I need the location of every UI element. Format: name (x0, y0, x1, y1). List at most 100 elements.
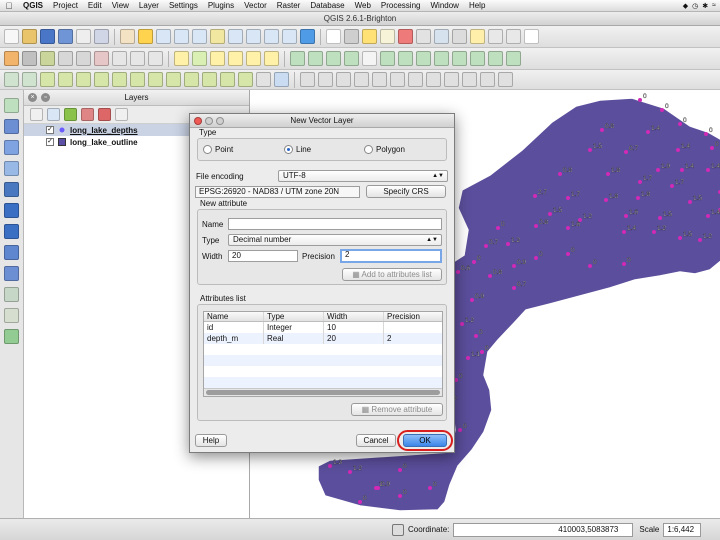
contour-icon[interactable] (336, 72, 351, 87)
float-panel-icon[interactable]: ▫ (41, 93, 50, 102)
increase-brightness-icon[interactable] (426, 72, 441, 87)
offset-curve-icon[interactable] (166, 72, 181, 87)
add-to-attributes-list-button[interactable]: ▦ Add to attributes list (342, 268, 442, 281)
apple-logo-icon[interactable]:  (0, 1, 18, 11)
expand-all-icon[interactable] (81, 108, 94, 121)
rotate-point-symbols-icon[interactable] (256, 72, 271, 87)
copy-features-icon[interactable] (130, 51, 145, 66)
pan-to-selection-icon[interactable] (138, 29, 153, 44)
rotate-feature-icon[interactable] (274, 72, 289, 87)
delete-part-icon[interactable] (130, 72, 145, 87)
action-icon[interactable] (344, 29, 359, 44)
move-feature-icon[interactable] (58, 51, 73, 66)
decrease-brightness-icon[interactable] (444, 72, 459, 87)
stretch-histogram-icon[interactable] (390, 72, 405, 87)
zoom-next-icon[interactable] (282, 29, 297, 44)
menu-web[interactable]: Web (350, 1, 376, 10)
add-spatialite-layer-icon[interactable] (344, 51, 359, 66)
zoom-out-icon[interactable] (174, 29, 189, 44)
paste-features-icon[interactable] (148, 51, 163, 66)
add-wfs-side-icon[interactable] (4, 245, 19, 260)
column-header-name[interactable]: Name (204, 312, 264, 321)
undo-icon[interactable] (4, 72, 19, 87)
remove-attribute-button[interactable]: ▦ Remove attribute (351, 403, 443, 416)
menu-database[interactable]: Database (305, 1, 349, 10)
add-wms-layer-icon[interactable] (380, 51, 395, 66)
menu-edit[interactable]: Edit (83, 1, 107, 10)
help-button[interactable]: Help (195, 434, 227, 447)
add-part-icon[interactable] (76, 72, 91, 87)
scale-combo[interactable]: 1:6,442 (663, 522, 702, 537)
add-group-icon[interactable] (47, 108, 60, 121)
highlight-labels-icon[interactable] (210, 51, 225, 66)
new-spatialite-layer-icon[interactable] (452, 51, 467, 66)
delete-selected-icon[interactable] (94, 51, 109, 66)
add-gpx-layer-icon[interactable] (506, 51, 521, 66)
table-row[interactable]: id Integer 10 (204, 322, 442, 333)
split-features-icon[interactable] (184, 72, 199, 87)
add-postgis-layer-icon[interactable] (326, 51, 341, 66)
rotate-label-icon[interactable] (246, 51, 261, 66)
open-attribute-table-icon[interactable] (416, 29, 431, 44)
menu-view[interactable]: View (107, 1, 134, 10)
horizontal-scrollbar[interactable] (204, 388, 442, 396)
save-project-icon[interactable] (40, 29, 55, 44)
bluetooth-icon[interactable]: ✱ (702, 2, 708, 10)
minimize-window-icon[interactable] (205, 117, 213, 125)
simplify-feature-icon[interactable] (40, 72, 55, 87)
menu-window[interactable]: Window (425, 1, 463, 10)
change-label-icon[interactable] (264, 51, 279, 66)
toggle-editing-icon[interactable] (4, 51, 19, 66)
increase-contrast-icon[interactable] (462, 72, 477, 87)
identify-features-icon[interactable] (326, 29, 341, 44)
cut-features-icon[interactable] (112, 51, 127, 66)
attribute-name-input[interactable] (228, 218, 442, 230)
clip-raster-icon[interactable] (354, 72, 369, 87)
cancel-button[interactable]: Cancel (356, 434, 396, 447)
filter-legend-icon[interactable] (64, 108, 77, 121)
open-project-icon[interactable] (22, 29, 37, 44)
table-row[interactable]: depth_m Real 20 2 (204, 333, 442, 344)
scrollbar-thumb[interactable] (206, 390, 440, 395)
save-layer-edits-icon[interactable] (22, 51, 37, 66)
statistics-icon[interactable] (434, 29, 449, 44)
local-histogram-icon[interactable] (408, 72, 423, 87)
field-calculator-icon[interactable] (398, 29, 413, 44)
measure-line-icon[interactable] (452, 29, 467, 44)
new-shapefile-side-icon[interactable] (4, 287, 19, 302)
add-delimited-text-side-icon[interactable] (4, 329, 19, 344)
coordinate-toggle-icon[interactable] (392, 523, 404, 536)
attributes-table[interactable]: Name Type Width Precision id Integer 10 … (203, 311, 443, 397)
grid-icon[interactable] (498, 72, 513, 87)
new-shapefile-layer-icon[interactable] (434, 51, 449, 66)
new-bookmark-icon[interactable] (506, 29, 521, 44)
layer-visibility-checkbox[interactable]: ✓ (46, 138, 54, 146)
attribute-precision-input[interactable]: 2 (340, 249, 442, 263)
add-raster-layer-side-icon[interactable] (4, 119, 19, 134)
new-print-composer-icon[interactable] (76, 29, 91, 44)
redo-icon[interactable] (22, 72, 37, 87)
menu-help[interactable]: Help (464, 1, 490, 10)
wifi-icon[interactable]: ≈ (712, 2, 716, 9)
add-raster-layer-icon[interactable] (308, 51, 323, 66)
add-wcs-side-icon[interactable] (4, 224, 19, 239)
zoom-native-icon[interactable] (246, 29, 261, 44)
deselect-icon[interactable] (380, 29, 395, 44)
add-wcs-layer-icon[interactable] (398, 51, 413, 66)
new-project-icon[interactable] (4, 29, 19, 44)
decrease-contrast-icon[interactable] (480, 72, 495, 87)
close-window-icon[interactable] (194, 117, 202, 125)
merge-attributes-icon[interactable] (238, 72, 253, 87)
attribute-type-select[interactable]: Decimal number ▲▼ (228, 234, 442, 246)
column-header-type[interactable]: Type (264, 312, 324, 321)
ok-button[interactable]: OK (403, 434, 447, 447)
coordinate-field[interactable]: 410003,5083873 (453, 522, 634, 537)
new-spatialite-side-icon[interactable] (4, 308, 19, 323)
add-wms-side-icon[interactable] (4, 203, 19, 218)
pin-labels-icon[interactable] (192, 51, 207, 66)
menu-raster[interactable]: Raster (272, 1, 306, 10)
collapse-all-icon[interactable] (98, 108, 111, 121)
menu-project[interactable]: Project (48, 1, 83, 10)
add-mssql-side-icon[interactable] (4, 182, 19, 197)
line-chart-icon[interactable] (300, 72, 315, 87)
